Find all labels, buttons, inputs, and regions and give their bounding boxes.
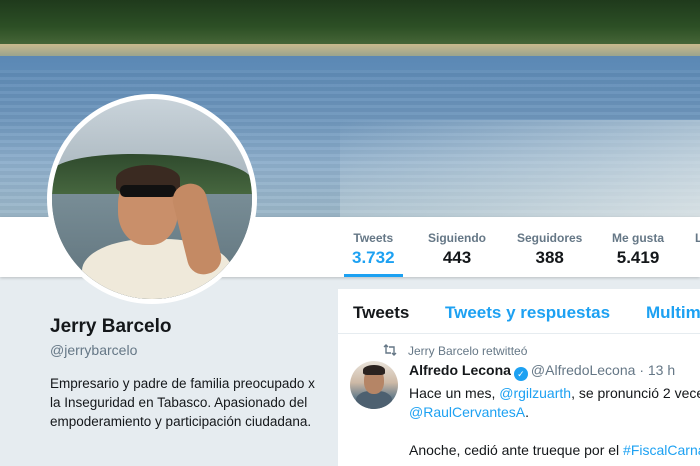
profile-handle[interactable]: @jerrybarcelo [50,342,320,358]
nav-followers-count: 388 [535,248,564,267]
tweet-text-segment: Anoche, cedió ante trueque por el [409,442,624,458]
nav-likes[interactable]: Me gusta 5.419 [612,231,664,268]
nav-tweets-count: 3.732 [352,248,395,267]
profile-card: Jerry Barcelo @jerrybarcelo Empresario y… [50,316,320,431]
tweet-line-3: Anoche, cedió ante trueque por el #Fisca… [409,441,700,460]
timeline-tabs: Tweets Tweets y respuestas Multim [338,289,700,334]
tweet-line-1: Hace un mes, @rgilzuarth, se pronunció 2… [409,384,700,403]
profile-photo [52,99,252,299]
hashtag-link[interactable]: #FiscalCarnal [623,442,700,458]
tweet-text-segment: Hace un mes, [409,385,500,401]
tweet-text-segment: , se pronunció 2 veces [571,385,700,401]
mention-link[interactable]: @RaulCervantesA [409,404,525,420]
profile-name[interactable]: Jerry Barcelo [50,316,320,338]
retweet-icon [383,344,397,356]
tweet-author-name[interactable]: Alfredo Lecona [409,362,511,378]
nav-following[interactable]: Siguiendo 443 [428,231,486,268]
tweet-text: Hace un mes, @rgilzuarth, se pronunció 2… [409,384,700,460]
verified-badge-icon: ✓ [513,367,528,381]
tweet-header: Alfredo Lecona ✓ @AlfredoLecona · 13 h [409,362,675,381]
tweet-author-avatar[interactable] [350,361,398,409]
photo-sunglasses [120,185,176,197]
profile-bio: Empresario y padre de familia preocupado… [50,376,315,429]
nav-following-label: Siguiendo [428,231,486,245]
nav-lists-partial[interactable]: L [695,231,700,245]
nav-lists-label: L [695,231,700,245]
retweet-context[interactable]: Jerry Barcelo retwitteó [408,344,527,358]
timeline: Tweets Tweets y respuestas Multim Jerry … [338,289,700,466]
nav-likes-label: Me gusta [612,231,665,245]
nav-followers[interactable]: Seguidores 388 [517,231,582,268]
profile-avatar[interactable] [47,94,257,304]
nav-followers-label: Seguidores [517,231,583,245]
tab-media[interactable]: Multim [646,303,700,323]
nav-tweets-label: Tweets [353,231,394,245]
mention-link[interactable]: @rgilzuarth [499,385,571,401]
tweet-avatar-hair [363,365,385,375]
banner-glare [340,120,700,217]
tab-tweets[interactable]: Tweets [353,303,409,323]
tweet-timestamp[interactable]: · 13 h [639,362,675,378]
nav-following-count: 443 [442,248,472,267]
tweet-author-handle[interactable]: @AlfredoLecona [531,362,636,378]
nav-tweets[interactable]: Tweets 3.732 [344,231,403,277]
tweet-line-2: @RaulCervantesA. [409,403,700,422]
nav-likes-count: 5.419 [616,248,660,267]
tab-tweets-replies[interactable]: Tweets y respuestas [445,303,610,323]
tweet-text-segment: . [525,404,530,420]
banner-shore [0,44,700,56]
banner-trees [0,0,700,48]
